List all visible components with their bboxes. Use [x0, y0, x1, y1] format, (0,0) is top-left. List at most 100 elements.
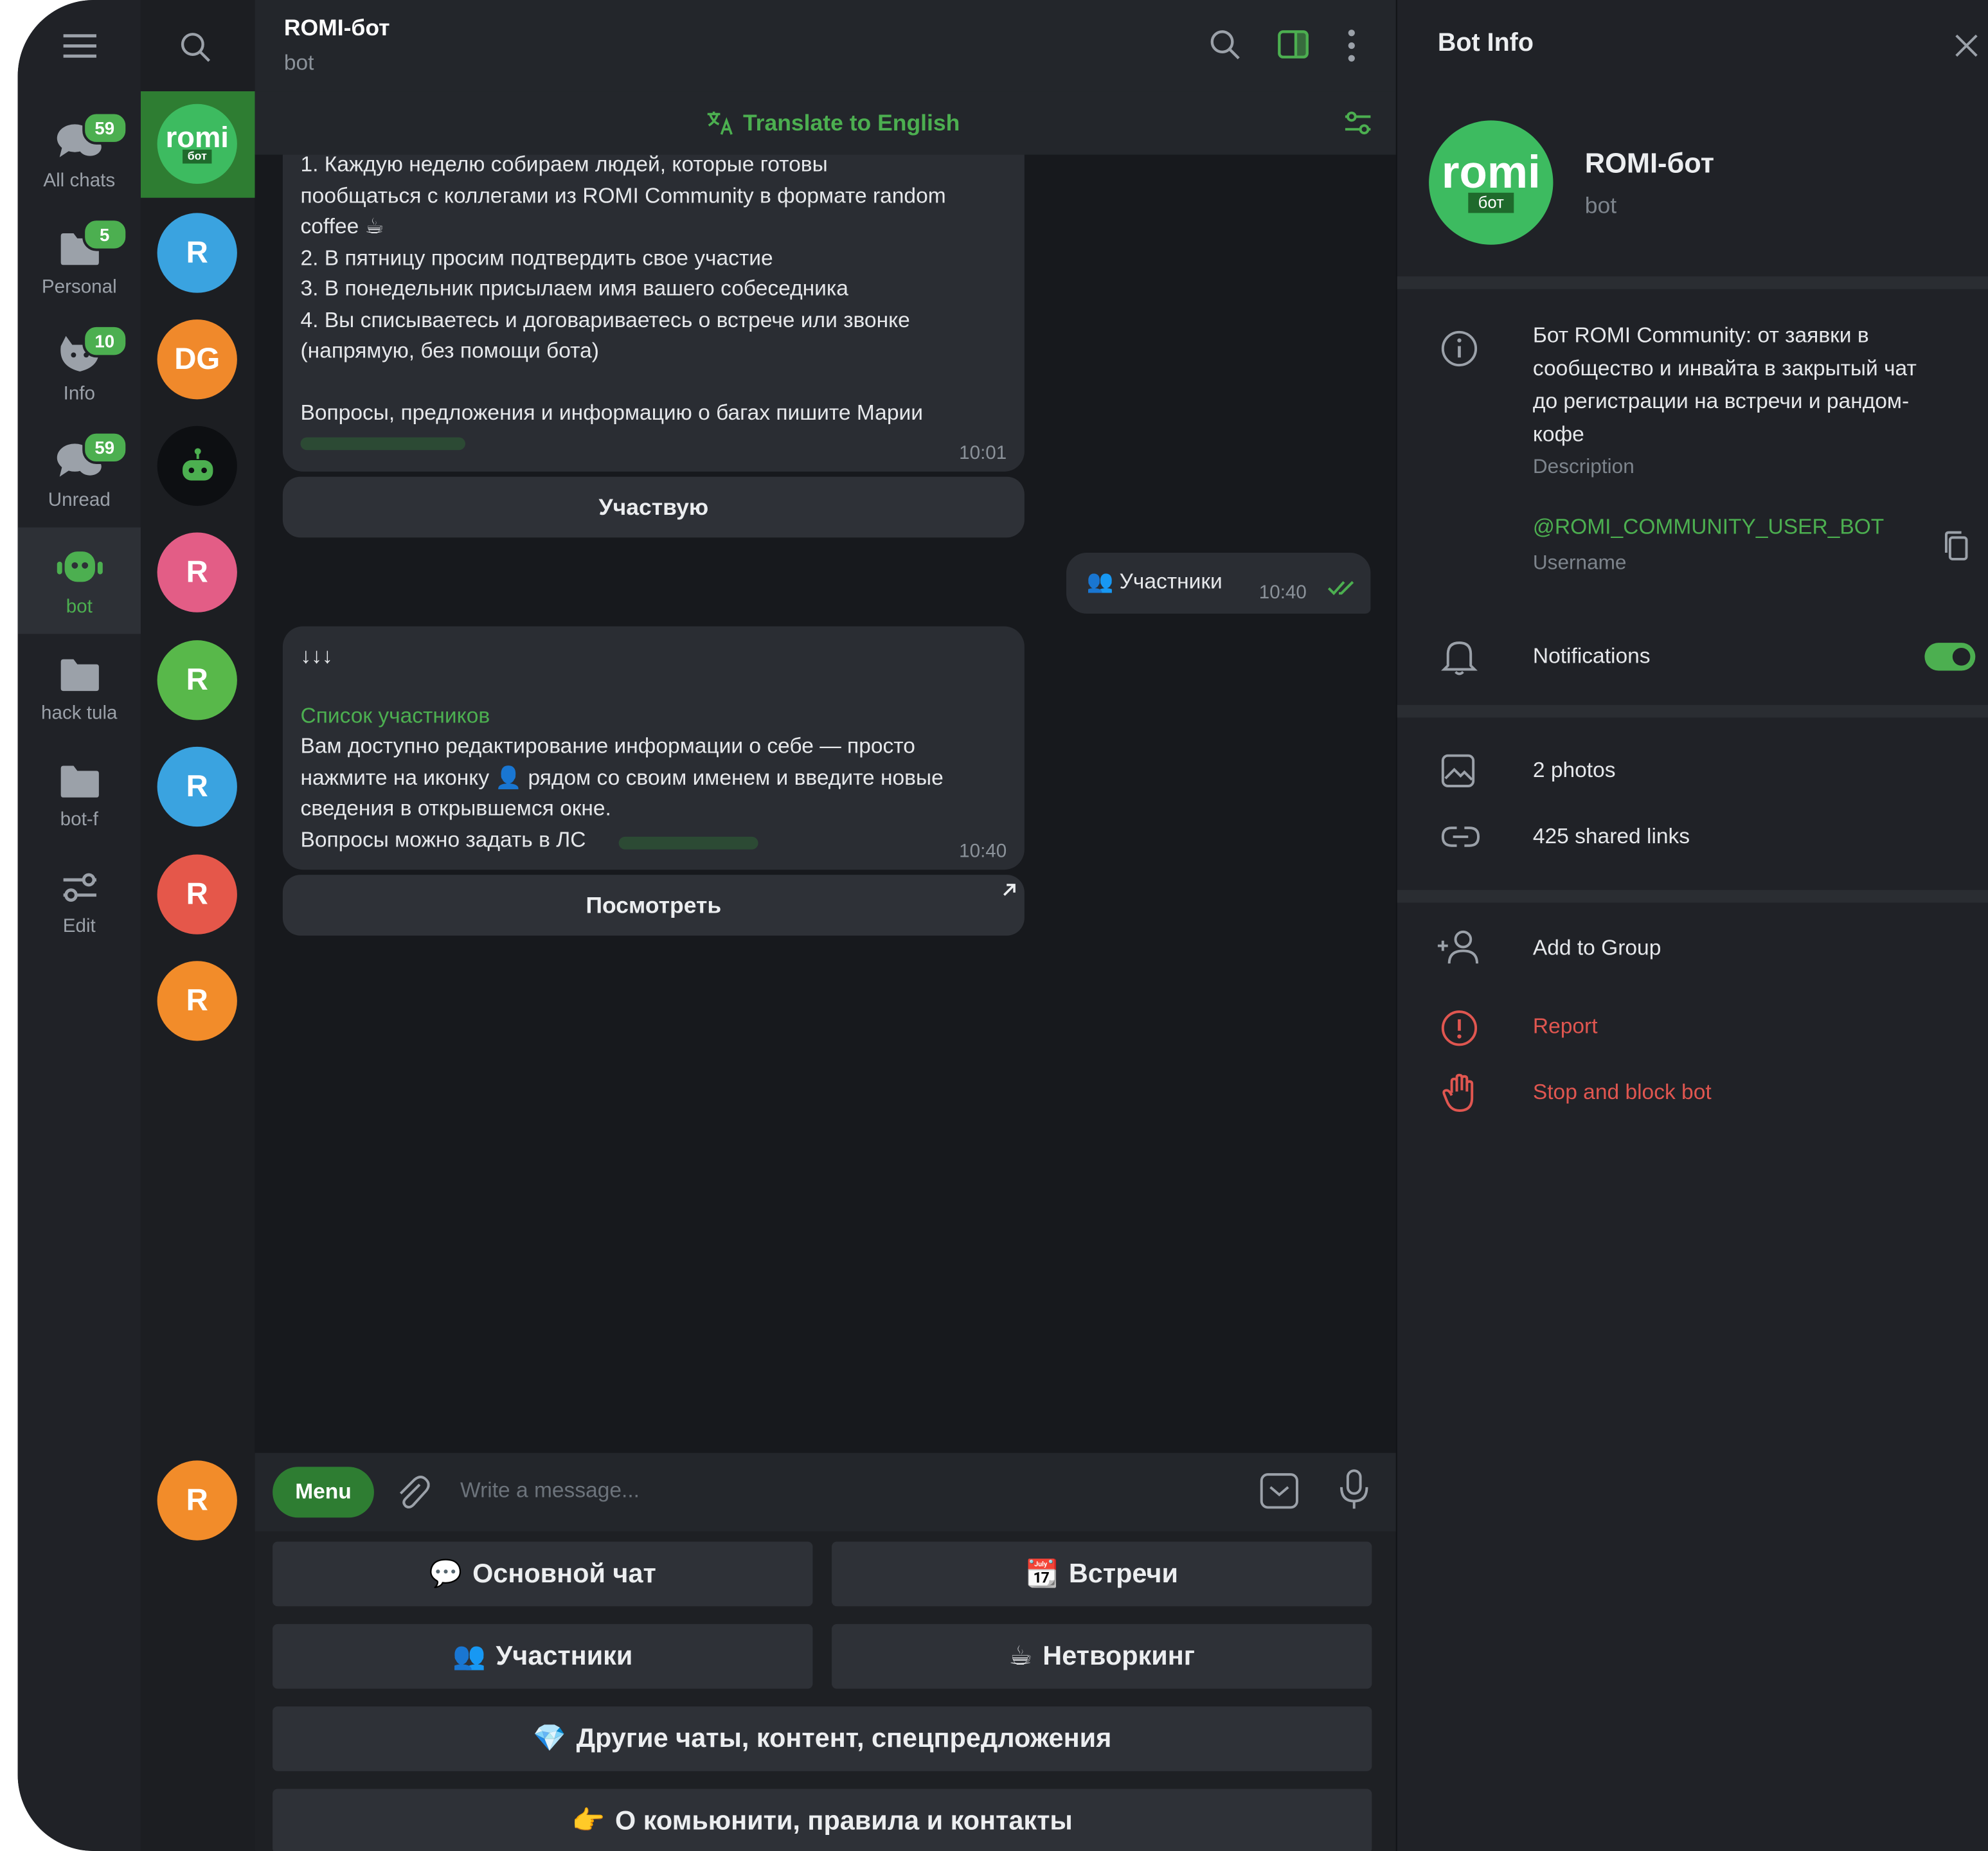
keyboard-button-networking[interactable]: ☕ Нетворкинг — [832, 1623, 1372, 1689]
unread-badge: 10 — [82, 324, 128, 358]
divider — [1397, 276, 1988, 289]
folder-label: hack tula — [41, 702, 118, 724]
close-icon[interactable] — [1953, 31, 1980, 59]
description-label: Description — [1532, 456, 1634, 478]
emoji: 💎 — [533, 1723, 566, 1753]
bot-info-panel: Bot Info romi бот ROMI-бот bot Бот ROMI … — [1395, 0, 1988, 1851]
description-line: кофе — [1532, 422, 1584, 447]
emoji: ☕ — [1008, 1641, 1033, 1671]
chat-avatar-romi[interactable]: romi бот — [157, 103, 237, 184]
copy-icon[interactable] — [1942, 530, 1970, 563]
links-row[interactable]: 425 shared links — [1397, 814, 1988, 864]
folder-all-chats[interactable]: 59 All chats — [18, 102, 141, 208]
telegram-window: 59 All chats 5 Personal 10 Info 59 Unrea… — [17, 0, 1988, 1851]
keyboard-label: Нетворкинг — [1043, 1641, 1195, 1670]
keyboard-label: О комьюнити, правила и контакты — [615, 1805, 1073, 1836]
notifications-toggle[interactable] — [1924, 643, 1976, 671]
chat-avatar[interactable] — [157, 425, 237, 506]
paperclip-icon[interactable] — [394, 1473, 430, 1511]
keyboard-button-participants[interactable]: 👥 Участники — [273, 1623, 813, 1689]
block-bot-label: Stop and block bot — [1532, 1080, 1712, 1105]
notifications-row[interactable]: Notifications — [1397, 634, 1988, 684]
translate-icon — [707, 111, 733, 135]
avatar-text: R — [186, 983, 208, 1018]
chat-header: ROMI-бот bot — [255, 0, 1396, 93]
photos-row[interactable]: 2 photos — [1397, 748, 1988, 799]
chat-avatar[interactable]: R — [157, 213, 237, 293]
keyboard-button-other-chats[interactable]: 💎 Другие чаты, контент, спецпредложения — [273, 1706, 1372, 1771]
bot-menu-button[interactable]: Menu — [273, 1467, 374, 1518]
folder-info[interactable]: 10 Info — [18, 314, 141, 421]
folder-hack-tula[interactable]: hack tula — [18, 634, 141, 740]
folder-label: bot — [66, 596, 93, 618]
folder-bot[interactable]: bot — [17, 527, 141, 634]
info-icon — [1441, 330, 1478, 367]
composer: Menu Write a message... — [255, 1453, 1396, 1532]
folder-edit[interactable]: Edit — [18, 847, 141, 954]
folder-unread[interactable]: 59 Unread — [18, 421, 141, 528]
chat-title[interactable]: ROMI-бот — [284, 15, 390, 42]
keyboard-toggle-icon[interactable] — [1259, 1471, 1300, 1511]
chat-avatar[interactable]: R — [157, 640, 237, 720]
message-line: Вопросы, предложения и информацию о бага… — [300, 400, 923, 425]
search-icon[interactable] — [179, 30, 211, 63]
folder-icon — [60, 659, 98, 692]
chat-avatar[interactable]: R — [157, 746, 237, 827]
add-to-group-row[interactable]: Add to Group — [1397, 926, 1988, 976]
report-row[interactable]: Report — [1397, 1004, 1988, 1055]
keyboard-button-main-chat[interactable]: 💬 Основной чат — [273, 1541, 813, 1607]
chat-avatar[interactable]: DG — [157, 319, 237, 400]
chat-list: romi бот R DG R R R R R R — [140, 0, 255, 1851]
message-line: сведения в открывшемся окне. — [300, 796, 611, 821]
spoiler-blur[interactable] — [618, 836, 758, 850]
message-time: 10:40 — [1258, 582, 1307, 604]
folder-bot-f[interactable]: bot-f — [18, 740, 141, 847]
translate-settings-icon[interactable] — [1343, 109, 1373, 137]
sliders-icon — [62, 873, 96, 902]
avatar-text: romi — [165, 120, 229, 154]
avatar-text: R — [186, 1482, 208, 1517]
keyboard-button-meetings[interactable]: 📆 Встречи — [832, 1541, 1372, 1607]
message-bubble: 1. Каждую неделю собираем людей, которые… — [282, 152, 1025, 472]
menu-icon[interactable] — [61, 30, 99, 60]
sidebar-toggle-icon[interactable] — [1276, 28, 1309, 60]
photos-count: 2 photos — [1532, 758, 1616, 783]
bot-avatar[interactable]: romi бот — [1429, 120, 1554, 245]
username-row[interactable]: @ROMI_COMMUNITY_USER_BOT Username — [1397, 512, 1988, 588]
chat-avatar[interactable]: R — [157, 854, 237, 934]
microphone-icon[interactable] — [1338, 1468, 1370, 1511]
message-bubble: ↓↓↓ Список участников Вам доступно редак… — [282, 626, 1025, 870]
message-time: 10:40 — [959, 840, 1007, 863]
chat-subtitle: bot — [283, 50, 314, 75]
inline-button-view[interactable]: Посмотреть — [282, 875, 1025, 936]
translate-label: Translate to English — [742, 109, 960, 136]
more-icon[interactable] — [1345, 28, 1358, 63]
username-label: Username — [1532, 553, 1627, 575]
spoiler-blur[interactable] — [300, 436, 465, 450]
hand-stop-icon — [1442, 1073, 1474, 1112]
inline-button-participate[interactable]: Участвую — [282, 476, 1025, 538]
search-icon[interactable] — [1208, 28, 1241, 60]
participants-link[interactable]: Список участников — [301, 701, 1017, 731]
link-icon — [1441, 827, 1480, 847]
translate-button[interactable]: Translate to English — [705, 109, 960, 137]
photo-icon — [1441, 754, 1475, 787]
folder-personal[interactable]: 5 Personal — [18, 208, 141, 315]
bot-type: bot — [1584, 192, 1617, 219]
robot-icon — [182, 447, 213, 480]
chat-avatar[interactable]: R — [157, 961, 237, 1041]
message-line: 2. В пятницу просим подтвердить свое уча… — [300, 245, 773, 270]
add-user-icon — [1437, 930, 1479, 964]
folder-label: Edit — [62, 915, 96, 937]
message-input[interactable]: Write a message... — [460, 1478, 640, 1503]
message-text: 👥 Участники — [1086, 569, 1222, 594]
bot-icon — [56, 551, 102, 582]
keyboard-button-about[interactable]: 👉 О комьюнити, правила и контакты — [273, 1789, 1372, 1851]
chat-avatar[interactable]: R — [157, 532, 237, 613]
username[interactable]: @ROMI_COMMUNITY_USER_BOT — [1533, 515, 1884, 540]
message-line: пообщаться с коллегами из ROMI Community… — [300, 183, 946, 208]
block-bot-row[interactable]: Stop and block bot — [1397, 1070, 1988, 1121]
avatar-subtext: бот — [182, 149, 212, 164]
chat-avatar[interactable]: R — [157, 1460, 237, 1541]
unread-badge: 5 — [82, 218, 128, 251]
